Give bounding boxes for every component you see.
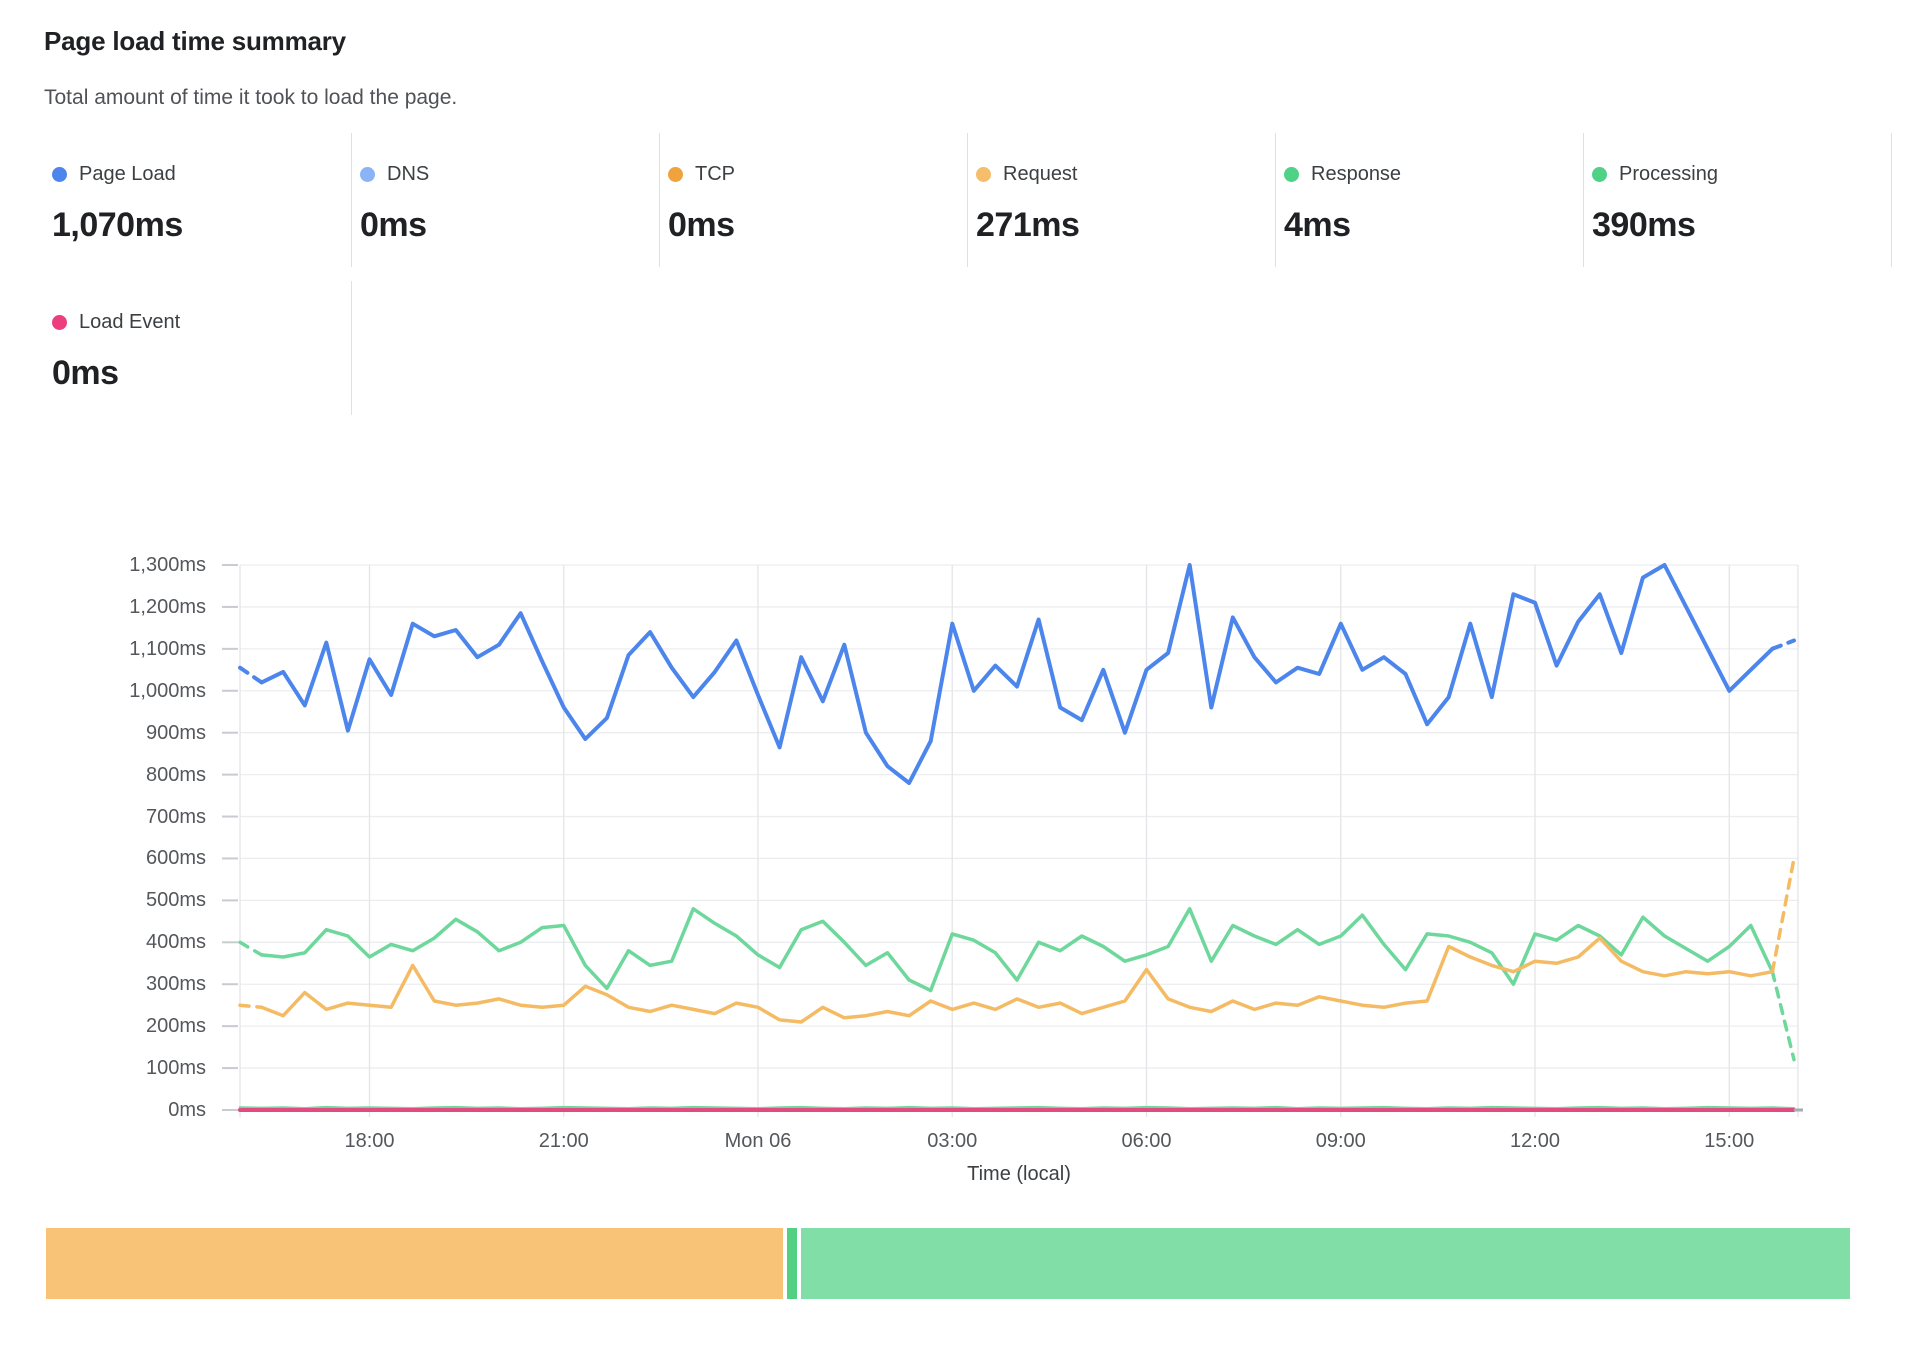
- y-axis-label: 1,300ms: [40, 553, 206, 577]
- x-axis-label: 09:00: [1316, 1130, 1366, 1153]
- y-axis-label: 300ms: [40, 972, 206, 996]
- y-axis-label: 800ms: [40, 763, 206, 787]
- x-axis-label: 03:00: [927, 1130, 977, 1153]
- y-axis-label: 1,100ms: [40, 637, 206, 661]
- series-line-request-dashed-end: [1772, 859, 1794, 972]
- timeline-segment-2[interactable]: [801, 1228, 1850, 1299]
- series-line-request-dashed-start: [240, 1005, 262, 1007]
- series-line-processing-dashed-end: [1772, 972, 1794, 1060]
- y-axis-label: 400ms: [40, 930, 206, 954]
- x-axis-label: Mon 06: [725, 1130, 792, 1153]
- y-axis-label: 1,200ms: [40, 595, 206, 619]
- y-axis-label: 900ms: [40, 721, 206, 745]
- series-line-page-load-dashed-start: [240, 668, 262, 683]
- x-axis-label: 15:00: [1704, 1130, 1754, 1153]
- y-axis-label: 1,000ms: [40, 679, 206, 703]
- x-axis-label: 21:00: [539, 1130, 589, 1153]
- x-axis-title: Time (local): [967, 1163, 1071, 1186]
- series-line-page-load-dashed-end: [1772, 641, 1794, 649]
- series-line-processing: [262, 909, 1773, 991]
- x-axis-label: 06:00: [1121, 1130, 1171, 1153]
- timeline-segment-1[interactable]: [787, 1228, 797, 1299]
- y-axis-label: 600ms: [40, 846, 206, 870]
- y-axis-label: 700ms: [40, 805, 206, 829]
- series-line-processing-dashed-start: [240, 942, 262, 955]
- y-axis-label: 0ms: [40, 1098, 206, 1122]
- y-axis-label: 100ms: [40, 1056, 206, 1080]
- y-axis-label: 500ms: [40, 888, 206, 912]
- timeline-segment-0[interactable]: [46, 1228, 783, 1299]
- timeline-brush-bar[interactable]: [46, 1228, 1850, 1299]
- x-axis-label: 12:00: [1510, 1130, 1560, 1153]
- series-line-page-load: [262, 565, 1773, 783]
- y-axis-label: 200ms: [40, 1014, 206, 1038]
- x-axis-label: 18:00: [344, 1130, 394, 1153]
